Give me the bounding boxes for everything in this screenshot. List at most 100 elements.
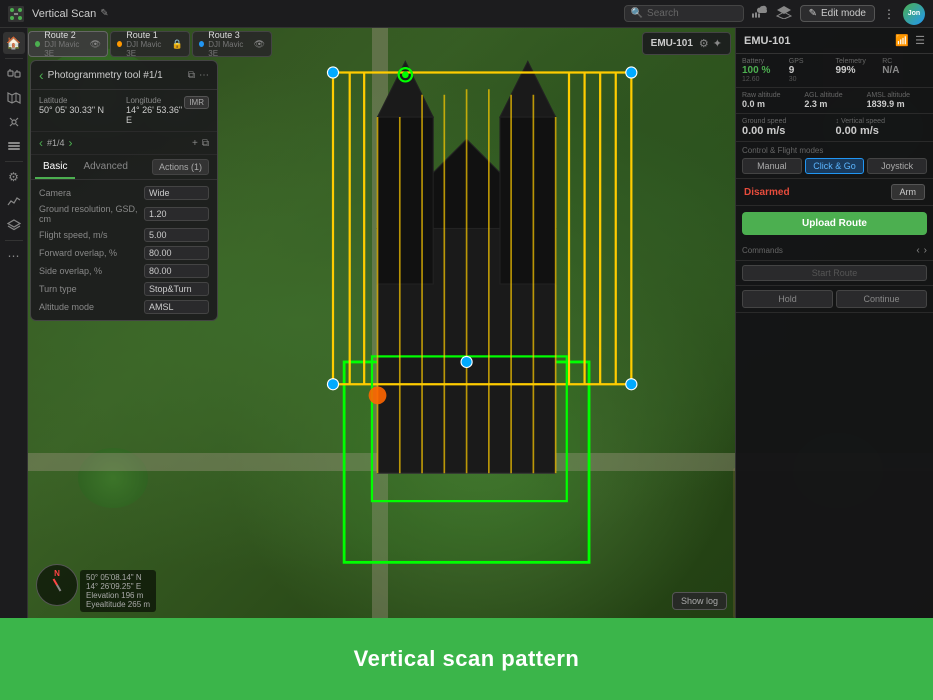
joystick-mode-button[interactable]: Joystick	[867, 158, 927, 174]
emu-icons: ⚙ ✦	[699, 37, 722, 50]
hold-button[interactable]: Hold	[742, 290, 833, 308]
camera-row: Camera Wide	[39, 186, 209, 200]
route-tabs: Route 2 DJI Mavic 3E 👁 Route 1 DJI Mavic…	[28, 28, 213, 60]
route-tab-lock-1: 🔒	[172, 39, 183, 50]
emu-props-icon[interactable]: ✦	[713, 37, 722, 50]
sidebar-item-map[interactable]	[3, 87, 25, 109]
point-navigation: ‹ #1/4 › + ⧉	[31, 132, 217, 155]
edit-mode-icon: ✎	[809, 8, 817, 19]
rp-commands-row: Commands ‹ ›	[736, 241, 933, 261]
commands-next-icon[interactable]: ›	[924, 245, 927, 256]
arm-button[interactable]: Arm	[891, 184, 926, 200]
nav-next-button[interactable]: ›	[69, 136, 73, 150]
route-tab-icon-0: 👁	[90, 39, 101, 50]
compass-needle	[53, 578, 62, 591]
rp-flight-modes: Control & Flight modes Manual Click & Go…	[736, 142, 933, 179]
edit-mode-button[interactable]: ✎ Edit mode	[800, 5, 875, 22]
rp-signal-icon[interactable]: 📶	[895, 34, 909, 47]
speed-input[interactable]	[144, 228, 209, 242]
panel-more-icon[interactable]: ⋯	[199, 70, 209, 81]
emu-settings-icon[interactable]: ⚙	[699, 37, 709, 50]
start-route-button[interactable]: Start Route	[742, 265, 927, 281]
panel-tabs-row: Basic Advanced Actions (1)	[31, 155, 217, 180]
gsd-row: Ground resolution, GSD, cm	[39, 204, 209, 224]
tab-basic[interactable]: Basic	[35, 156, 75, 179]
panel-back-button[interactable]: ‹	[39, 67, 44, 83]
sidebar-item-settings[interactable]: ⚙	[3, 166, 25, 188]
gps-stat: GPS 9 30	[789, 58, 834, 83]
ground-speed-stat: Ground speed 0.00 m/s	[742, 118, 834, 137]
sidebar-item-graph[interactable]	[3, 190, 25, 212]
title-edit-icon[interactable]: ✎	[100, 8, 108, 19]
rp-disarm-row: Disarmed Arm	[736, 179, 933, 206]
sidebar-item-layers[interactable]	[3, 214, 25, 236]
sidebar-item-home[interactable]: 🏠	[3, 32, 25, 54]
user-avatar[interactable]: Jon	[903, 3, 925, 25]
app-icon	[8, 6, 24, 22]
sidebar-item-more[interactable]: ⋯	[3, 245, 25, 267]
compass: N	[36, 564, 78, 606]
panel-copy-icon[interactable]: ⧉	[188, 70, 195, 81]
rp-menu-icon[interactable]: ☰	[915, 34, 925, 47]
rp-route-buttons: Start Route	[736, 261, 933, 286]
left-sidebar: 🏠 ⚙ ⋯	[0, 28, 28, 618]
amsl-alt-stat: AMSL altitude 1839.9 m	[867, 92, 927, 109]
route-tab-2[interactable]: Route 3 DJI Mavic 3E 👁	[192, 31, 272, 57]
more-menu-icon[interactable]: ⋮	[883, 7, 895, 21]
show-log-button[interactable]: Show log	[672, 592, 727, 610]
fwd-overlap-input[interactable]	[144, 246, 209, 260]
rp-stats-row: Battery 100 % 12.60 GPS 9 30 Telemetry 9…	[736, 54, 933, 88]
commands-prev-icon[interactable]: ‹	[916, 245, 919, 256]
rp-header: EMU-101 📶 ☰	[736, 28, 933, 54]
sidebar-separator-3	[5, 240, 23, 241]
rp-alt-stats: Raw altitude 0.0 m AGL altitude 2.3 m AM…	[736, 88, 933, 114]
actions-button[interactable]: Actions (1)	[152, 159, 209, 175]
nav-count-label: #1/4	[47, 138, 65, 148]
fwd-overlap-row: Forward overlap, %	[39, 246, 209, 260]
alt-mode-row: Altitude mode AMSL	[39, 300, 209, 314]
layers-icon[interactable]	[776, 5, 792, 22]
camera-select[interactable]: Wide	[144, 186, 209, 200]
panel-form: Camera Wide Ground resolution, GSD, cm F…	[31, 180, 217, 320]
rp-speed-stats: Ground speed 0.00 m/s ↕ Vertical speed 0…	[736, 114, 933, 142]
rp-hold-continue: Hold Continue	[736, 286, 933, 313]
manual-mode-button[interactable]: Manual	[742, 158, 802, 174]
longitude-block: Longitude 14° 26' 53.36" E IMR	[126, 96, 209, 125]
nav-add-icon[interactable]: +	[192, 138, 198, 149]
search-box[interactable]: 🔍 Search	[624, 5, 744, 22]
sidebar-item-routes[interactable]	[3, 63, 25, 85]
coords-section: Latitude 50° 05' 30.33" N Longitude 14° …	[31, 90, 217, 132]
continue-button[interactable]: Continue	[836, 290, 927, 308]
route-tab-0[interactable]: Route 2 DJI Mavic 3E 👁	[28, 31, 108, 57]
rc-stat: RC N/A	[882, 58, 927, 83]
click-go-mode-button[interactable]: Click & Go	[805, 158, 865, 174]
nav-prev-button[interactable]: ‹	[39, 136, 43, 150]
right-panel: EMU-101 📶 ☰ Battery 100 % 12.60 GPS 9 30…	[735, 28, 933, 618]
emu-top-bar: EMU-101 ⚙ ✦	[642, 32, 731, 55]
compass-ring: N	[36, 564, 78, 606]
sidebar-separator-2	[5, 161, 23, 162]
cloud-icon[interactable]	[752, 5, 768, 22]
vert-speed-stat: ↕ Vertical speed 0.00 m/s	[836, 118, 928, 137]
bottom-bar: Vertical scan pattern	[0, 618, 933, 700]
route-tab-dot-2	[199, 41, 204, 47]
upload-route-button[interactable]: Upload Route	[742, 212, 927, 235]
sidebar-item-tools[interactable]	[3, 135, 25, 157]
nav-copy-icon[interactable]: ⧉	[202, 138, 209, 149]
panel-header: ‹ Photogrammetry tool #1/1 ⧉ ⋯	[31, 61, 217, 90]
rp-header-icons: 📶 ☰	[895, 34, 925, 47]
search-icon: 🔍	[631, 8, 643, 19]
gsd-input[interactable]	[144, 207, 209, 221]
imr-button[interactable]: IMR	[184, 96, 209, 109]
side-overlap-row: Side overlap, %	[39, 264, 209, 278]
sidebar-separator	[5, 58, 23, 59]
turn-type-select[interactable]: Stop&Turn	[144, 282, 209, 296]
route-tab-1[interactable]: Route 1 DJI Mavic 3E 🔒	[110, 31, 190, 57]
side-overlap-input[interactable]	[144, 264, 209, 278]
tab-advanced[interactable]: Advanced	[75, 156, 135, 179]
route-tab-dot-0	[35, 41, 40, 47]
map-coordinates: 50° 05'08.14" N 14° 26'09.25" E Elevatio…	[80, 570, 156, 612]
sidebar-item-drone[interactable]	[3, 111, 25, 133]
telemetry-stat: Telemetry 99%	[836, 58, 881, 83]
alt-mode-select[interactable]: AMSL	[144, 300, 209, 314]
